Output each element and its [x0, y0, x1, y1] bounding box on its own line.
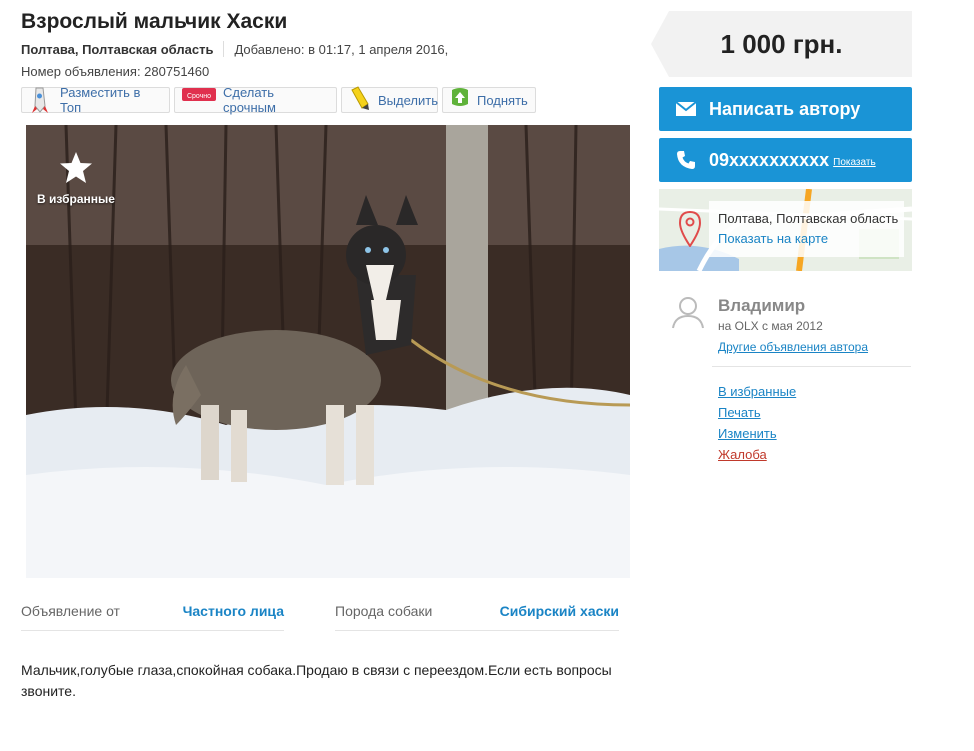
urgent-tag-icon: Срочно [181, 86, 217, 114]
param-row: Объявление от Частного лица [21, 594, 284, 631]
message-author-label: Написать автору [709, 98, 861, 119]
marker-icon [348, 86, 372, 114]
print-link[interactable]: Печать [718, 402, 796, 423]
seller-name: Владимир [718, 296, 806, 315]
phone-number: 09xxxxxxxxxx [709, 149, 830, 170]
make-urgent-label: Сделать срочным [223, 85, 276, 115]
photo-favorite-label: В избранные [37, 192, 115, 206]
place-in-top-label: Разместить в Топ [60, 85, 141, 115]
promotion-actions: Разместить в Топ Срочно Сделать срочным … [21, 85, 536, 115]
listing-meta: Полтава, Полтавская область Добавлено: в… [21, 41, 448, 57]
add-to-favorites-link[interactable]: В избранные [718, 381, 796, 402]
seller-since: на OLX с мая 2012 [718, 319, 823, 333]
highlight-label: Выделить [378, 92, 438, 108]
highlight-button[interactable]: Выделить [341, 86, 438, 114]
sidebar-links: В избранные Печать Изменить Жалоба [718, 381, 796, 465]
raise-label: Поднять [477, 92, 528, 108]
param-key: Порода собаки [335, 603, 433, 619]
star-icon [58, 150, 94, 186]
photo-favorite-button[interactable]: В избранные [36, 150, 116, 206]
listing-photo[interactable] [26, 125, 630, 578]
listing-title: Взрослый мальчик Хаски [21, 10, 288, 33]
complaint-link[interactable]: Жалоба [718, 444, 796, 465]
envelope-icon [675, 98, 697, 120]
price: 1 000 грн. [720, 29, 843, 59]
user-avatar-icon [670, 294, 706, 330]
rocket-icon [28, 86, 54, 114]
map-location: Полтава, Полтавская область [718, 211, 899, 226]
arrow-up-icon [449, 86, 471, 114]
param-value[interactable]: Сибирский хаски [500, 603, 619, 619]
listing-description: Мальчик,голубые глаза,спокойная собака.П… [21, 662, 612, 699]
phone-button[interactable]: 09xxxxxxxxxx Показать [659, 138, 912, 182]
listing-ad-number: Номер объявления: 280751460 [21, 64, 210, 79]
show-on-map-link[interactable]: Показать на карте [718, 231, 828, 246]
show-phone-link[interactable]: Показать [833, 157, 876, 168]
listing-added-date: Добавлено: в 01:17, 1 апреля 2016, [234, 41, 449, 57]
param-key: Объявление от [21, 603, 120, 619]
phone-icon [675, 149, 697, 171]
map-pin-icon [678, 210, 702, 252]
urgent-badge-text: Срочно [187, 93, 211, 100]
param-row: Порода собаки Сибирский хаски [335, 594, 619, 631]
edit-link[interactable]: Изменить [718, 423, 796, 444]
param-value[interactable]: Частного лица [183, 603, 284, 619]
listing-location[interactable]: Полтава, Полтавская область [21, 42, 213, 57]
meta-divider [223, 41, 225, 57]
message-author-button[interactable]: Написать автору [659, 87, 912, 131]
place-in-top-button[interactable]: Разместить в Топ [21, 85, 170, 115]
raise-button[interactable]: Поднять [442, 87, 536, 113]
seller-other-ads-link[interactable]: Другие объявления автора [718, 340, 868, 354]
make-urgent-button[interactable]: Срочно Сделать срочным [174, 85, 337, 115]
sidebar-divider [712, 366, 911, 367]
